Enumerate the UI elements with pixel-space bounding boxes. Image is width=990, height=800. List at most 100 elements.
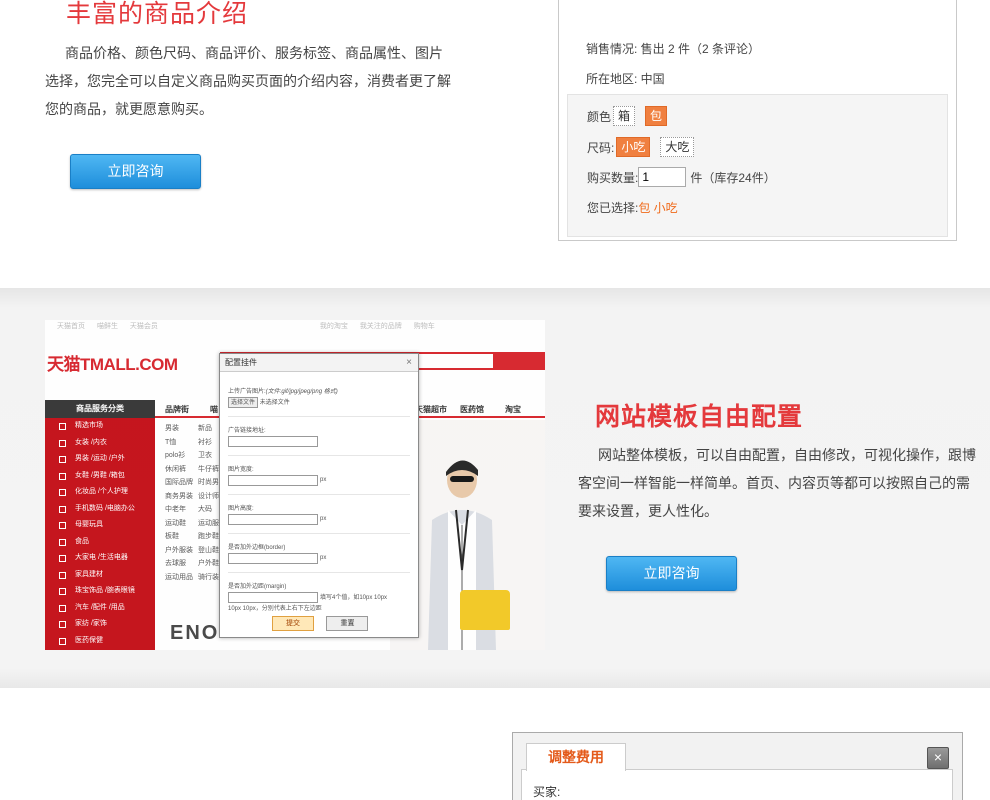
side-category: 大家电 /生活电器 — [45, 550, 155, 567]
category-icon — [59, 571, 66, 579]
color-label: 颜色 — [587, 109, 612, 124]
quantity-input[interactable] — [638, 167, 687, 187]
topbar-link: 我关注的品牌 — [359, 323, 402, 330]
selection-label: 您已选择: — [587, 201, 639, 215]
side-category: 食品 — [45, 534, 155, 551]
dialog-buttons: 提交 重置 — [272, 612, 376, 631]
close-icon[interactable]: × — [406, 354, 412, 372]
side-category: 女装 /内衣 — [45, 435, 155, 452]
height-label: 图片高度: — [228, 506, 254, 512]
screenshot-category-sidebar: 精选市场 女装 /内衣 男装 /运动 /户外 女鞋 /男鞋 /箱包 化妆品 /个… — [45, 418, 155, 650]
margin-hint: 10px 10px，分别代表上右下左边距 — [228, 606, 322, 612]
topbar-link: 我的淘宝 — [319, 323, 348, 330]
side-category: 化妆品 /个人护理 — [45, 484, 155, 501]
no-file-text: 未选择文件 — [259, 400, 290, 406]
category-icon — [59, 505, 66, 513]
width-label: 图片宽度: — [228, 467, 254, 473]
adjust-fee-panel: 调整费用 × 买家: — [512, 732, 963, 800]
category-icon — [59, 621, 66, 628]
dialog-header: 配置挂件 × — [220, 354, 418, 372]
region-info: 所在地区: 中国 — [586, 72, 665, 86]
dialog-body: 上传广告图片:(文件:gif/jpg/jpeg/png 格式) 选择文件 未选择… — [220, 386, 418, 612]
product-purchase-panel: 销售情况: 售出 2 件（2 条评论） 所在地区: 中国 颜色 箱 包 尺码: … — [558, 0, 957, 241]
consult-button[interactable]: 立即咨询 — [70, 154, 201, 189]
category-icon — [59, 522, 66, 529]
tab-adjust-fee[interactable]: 调整费用 — [526, 743, 626, 771]
selection-value: 包 小吃 — [638, 201, 678, 215]
quantity-row: 购买数量: 件（库存24件） — [587, 167, 776, 187]
screenshot-search-button — [495, 352, 545, 370]
border-label: 是否加外边框(border) — [228, 545, 286, 551]
side-category: 精选市场 — [45, 418, 155, 435]
height-input[interactable] — [228, 514, 318, 525]
category-icon — [59, 456, 66, 463]
link-label: 广告链接地址: — [228, 428, 266, 434]
consult-button[interactable]: 立即咨询 — [606, 556, 737, 591]
topbar-link: 天猫首页 — [57, 323, 85, 330]
category-icon — [59, 538, 66, 546]
submit-button[interactable]: 提交 — [272, 616, 314, 631]
side-category: 医药保健 — [45, 633, 155, 650]
upload-label: 上传广告图片:(文件:gif/jpg/jpeg/png 格式) — [228, 389, 338, 395]
color-option-box[interactable]: 箱 — [613, 106, 636, 126]
choose-file-button[interactable]: 选择文件 — [228, 397, 259, 408]
size-option-small[interactable]: 小吃 — [616, 137, 651, 157]
adjust-fee-content — [521, 769, 953, 800]
section-title: 网站模板自由配置 — [595, 403, 804, 431]
section-title: 丰富的商品介绍 — [66, 0, 249, 28]
tshirt-image — [460, 590, 510, 630]
stock-info: 件（库存24件） — [690, 170, 776, 185]
quantity-label: 购买数量: — [587, 170, 639, 185]
category-icon — [59, 555, 66, 562]
color-row: 颜色 箱 包 — [587, 106, 675, 126]
reset-button[interactable]: 重置 — [326, 616, 369, 631]
side-category: 珠宝饰品 /腕表眼镜 — [45, 583, 155, 600]
topbar-link: 喵鲜生 — [96, 323, 118, 330]
topbar-link: 购物车 — [413, 323, 435, 330]
side-category: 手机数码 /电脑办公 — [45, 501, 155, 518]
nav-item: 天猫超市 — [415, 405, 447, 414]
side-category: 男装 /运动 /户外 — [45, 451, 155, 468]
category-icon — [59, 604, 66, 612]
side-category: 家具建材 — [45, 567, 155, 584]
side-category: 母婴玩具 — [45, 517, 155, 534]
screenshot-subcategory-col: 男装 T恤 polo衫 休闲裤 国际品牌 商务男装 中老年 运动鞋 板鞋 户外服装 去球服 运动用品 — [165, 425, 193, 581]
width-input[interactable] — [228, 475, 318, 486]
tmall-logo: 天猫TMALL.COM — [47, 355, 178, 374]
side-category: 家纺 /家饰 — [45, 616, 155, 633]
size-row: 尺码: 小吃 大吃 — [587, 137, 702, 157]
link-input[interactable] — [228, 436, 318, 447]
sales-info: 销售情况: 售出 2 件（2 条评论） — [586, 42, 761, 56]
nav-item: 淘宝 — [505, 405, 521, 414]
close-icon[interactable]: × — [927, 747, 949, 769]
size-label: 尺码: — [587, 140, 615, 155]
section-description: 商品价格、颜色尺码、商品评价、服务标签、商品属性、图片选择，您完全可以自定义商品… — [45, 45, 451, 117]
category-head: 商品服务分类 — [45, 400, 155, 418]
side-category: 女鞋 /男鞋 /箱包 — [45, 468, 155, 485]
color-option-bag[interactable]: 包 — [645, 106, 668, 126]
margin-label: 是否加外边距(margin) — [228, 584, 287, 590]
nav-item: 品牌街 — [165, 405, 189, 414]
category-icon — [59, 439, 66, 447]
category-icon — [59, 423, 66, 430]
margin-input[interactable] — [228, 592, 318, 603]
sku-options-box: 颜色 箱 包 尺码: 小吃 大吃 购买数量: 件（库存24件） 您已选择: 包 … — [567, 94, 948, 237]
selection-row: 您已选择: 包 小吃 — [587, 199, 678, 216]
category-icon — [59, 472, 66, 480]
category-icon — [59, 588, 66, 595]
nav-item: 喵 — [210, 405, 218, 414]
category-icon — [59, 489, 66, 496]
brand-logo: ENO — [170, 622, 220, 644]
category-icon — [59, 637, 66, 645]
screenshot-topbar: 天猫首页 喵鲜生 天猫会员 我的淘宝 我关注的品牌 购物车 — [45, 320, 545, 334]
border-input[interactable] — [228, 553, 318, 564]
nav-item: 医药馆 — [460, 405, 484, 414]
section-description: 网站整体模板，可以自由配置，自由修改，可视化操作，跟博客空间一样智能一样简单。首… — [578, 447, 976, 519]
file-row: 选择文件 未选择文件 — [228, 395, 410, 408]
config-widget-dialog: 配置挂件 × 上传广告图片:(文件:gif/jpg/jpeg/png 格式) 选… — [219, 353, 419, 638]
dialog-title: 配置挂件 — [225, 358, 257, 367]
topbar-link: 天猫会员 — [129, 323, 158, 330]
size-option-large[interactable]: 大吃 — [660, 137, 695, 157]
side-category: 汽车 /配件 /用品 — [45, 600, 155, 617]
buyer-label: 买家: — [533, 785, 561, 799]
